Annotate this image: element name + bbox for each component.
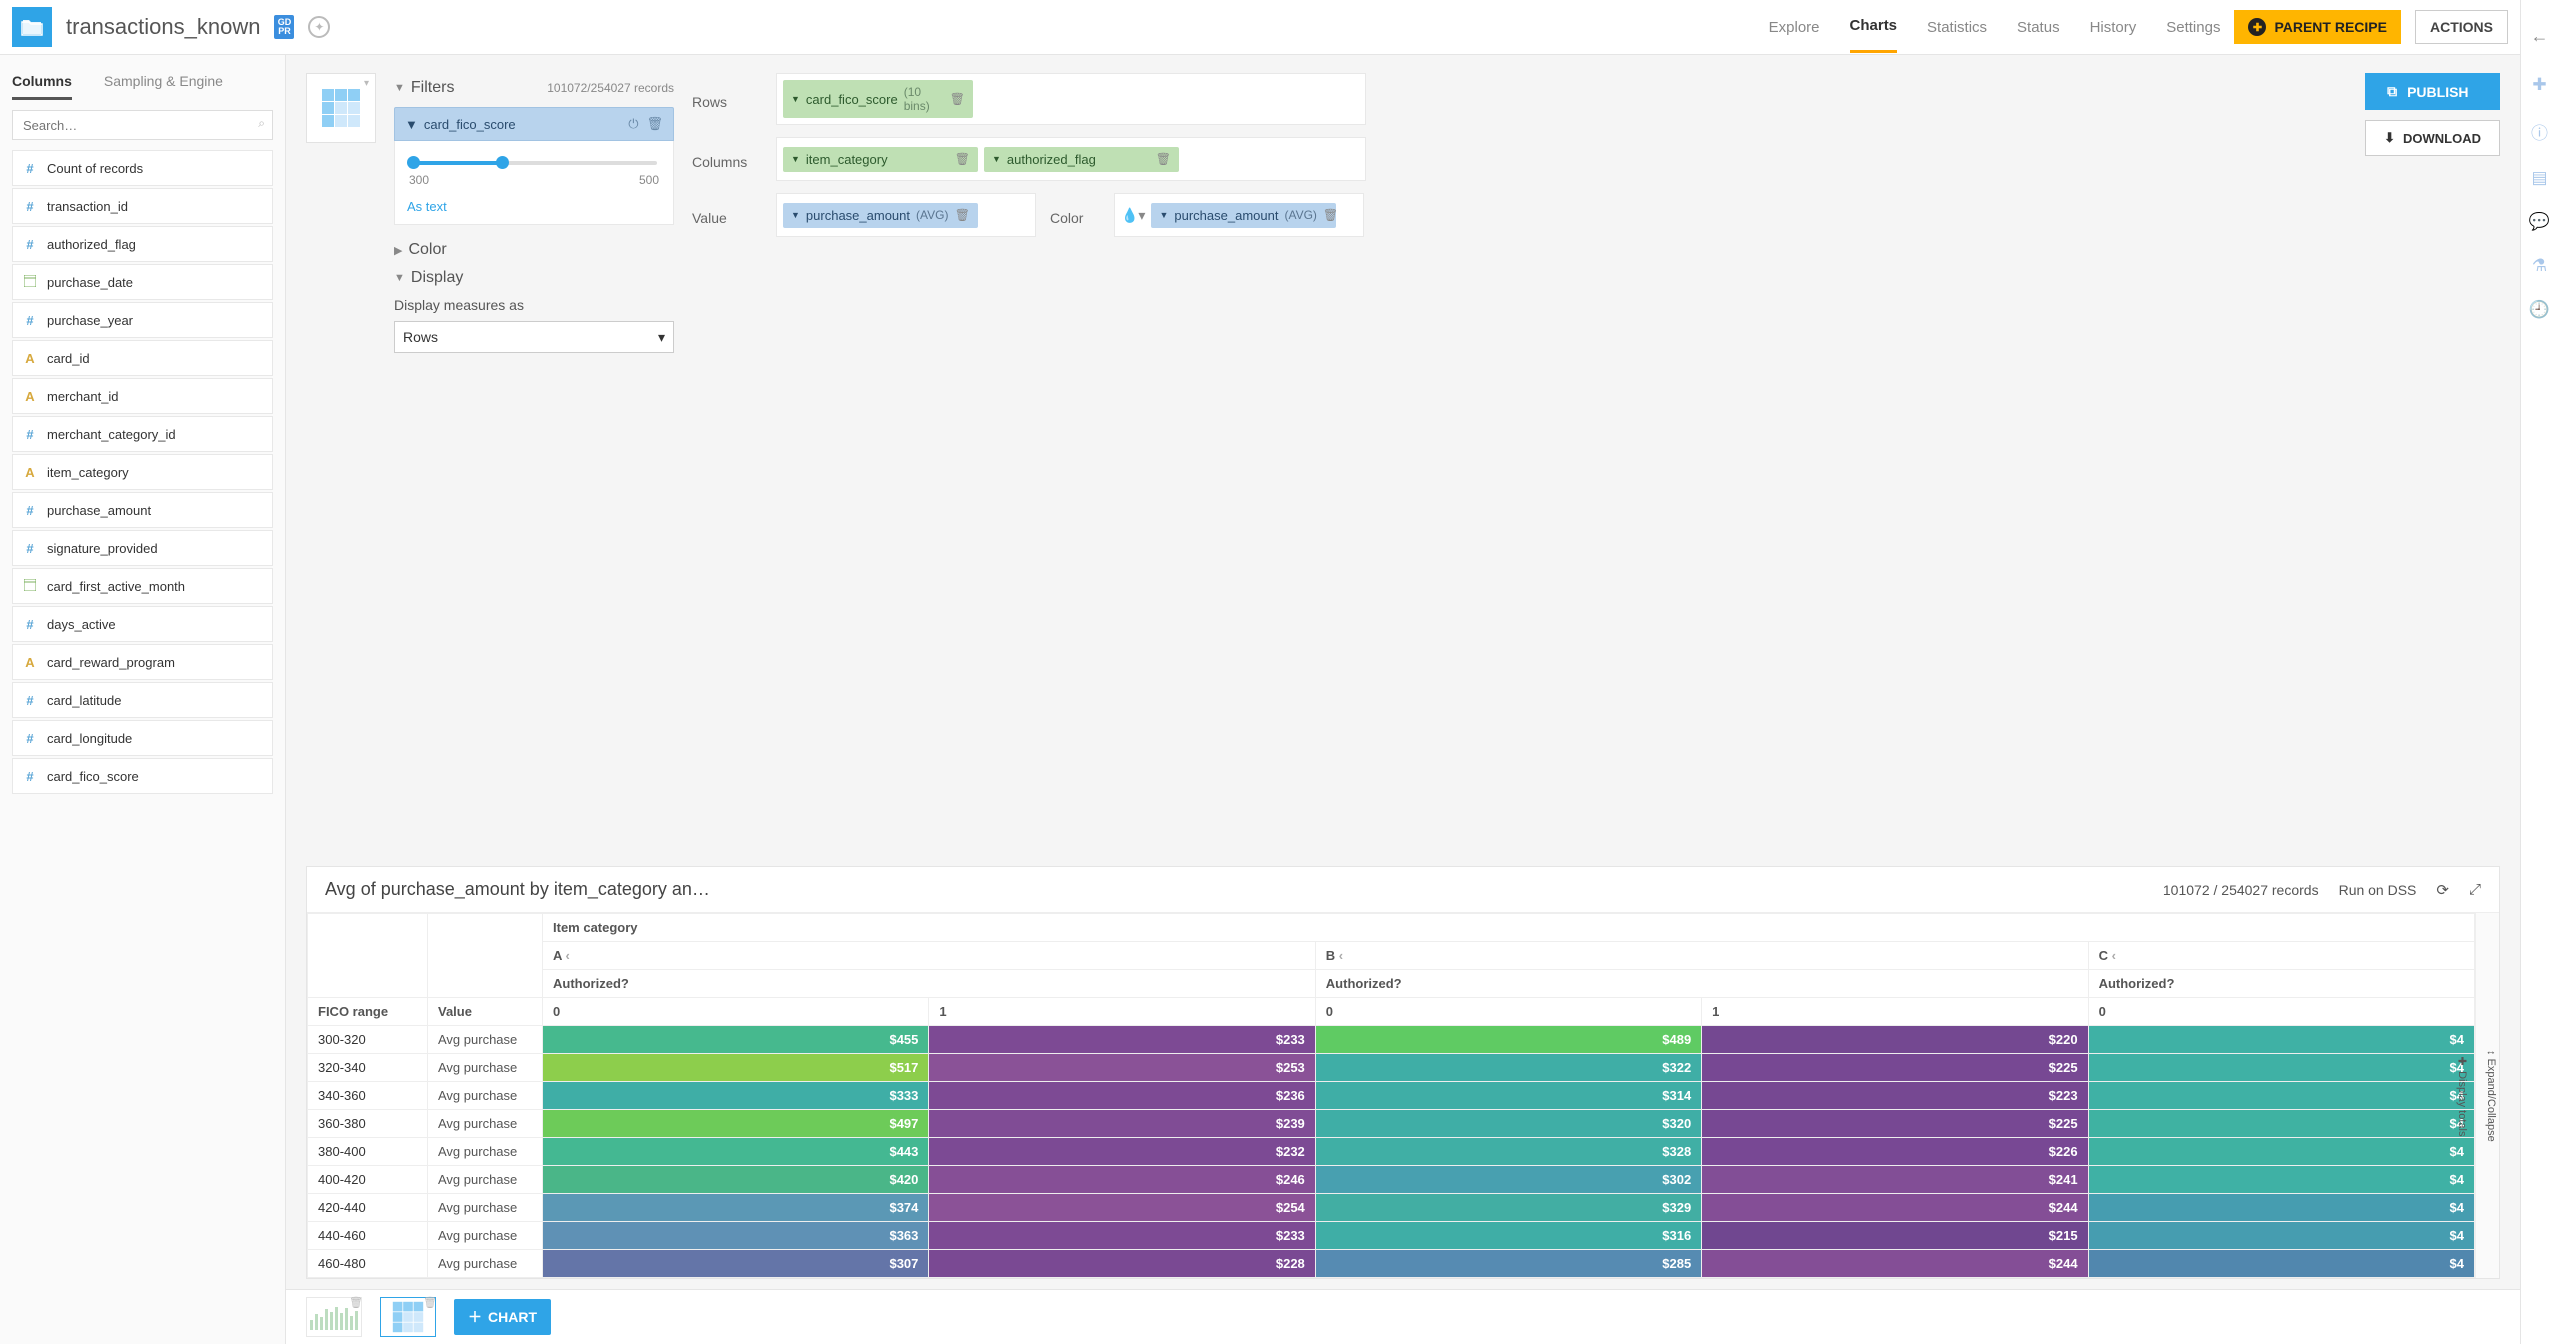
filter-chip-fico[interactable]: ▼card_fico_score⏻🗑 — [394, 107, 674, 141]
value-shelf-label: Value — [692, 204, 762, 226]
nav-tabs: Explore Charts Statistics Status History Sett… — [1769, 1, 2221, 53]
download-button[interactable]: ⬇DOWNLOAD — [2365, 120, 2500, 156]
expand-icon[interactable]: ⤢ — [2469, 881, 2481, 898]
trash-icon[interactable]: 🗑 — [950, 92, 965, 106]
range-min: 300 — [409, 173, 429, 187]
column-days_active[interactable]: #days_active — [12, 606, 273, 642]
column-Count of records[interactable]: #Count of records — [12, 150, 273, 186]
chart-title: Avg of purchase_amount by item_category … — [325, 879, 2143, 900]
range-max: 500 — [639, 173, 659, 187]
refresh-icon[interactable]: ⟳ — [2436, 881, 2449, 899]
filter-trash-icon[interactable]: 🗑 — [646, 116, 663, 132]
tab-explore[interactable]: Explore — [1769, 3, 1820, 52]
trash-icon[interactable]: 🗑 — [1323, 208, 1338, 222]
column-card_fico_score[interactable]: #card_fico_score — [12, 758, 273, 794]
column-purchase_year[interactable]: #purchase_year — [12, 302, 273, 338]
chart-thumb-bars[interactable]: 🗑 — [306, 1297, 362, 1337]
column-authorized_flag[interactable]: #authorized_flag — [12, 226, 273, 262]
trash-icon[interactable]: 🗑 — [423, 1296, 437, 1309]
value-shelf[interactable]: ▼purchase_amount (AVG)🗑 — [776, 193, 1036, 237]
rail-lab-icon[interactable]: ⚗ — [2532, 256, 2547, 276]
search-icon: ⌕ — [258, 116, 265, 131]
column-card_first_active_month[interactable]: card_first_active_month — [12, 568, 273, 604]
expand-collapse-toggle[interactable]: ↕ Expand/Collapse — [2485, 1050, 2497, 1142]
filters-header[interactable]: ▼Filters101072/254027 records — [394, 79, 674, 97]
pill-purchase-amount-color[interactable]: ▼purchase_amount (AVG)🗑 — [1151, 203, 1336, 228]
right-rail: ← ✚ ⓘ ▤ 💬 ⚗ 🕘 — [2520, 0, 2558, 1344]
cols-shelf-label: Columns — [692, 148, 762, 170]
chart-thumb-pivot[interactable]: 🗑 — [380, 1297, 436, 1337]
column-purchase_date[interactable]: purchase_date — [12, 264, 273, 300]
dataset-icon[interactable] — [12, 7, 52, 47]
rail-comment-icon[interactable]: 💬 — [2529, 212, 2550, 232]
recipe-icon: ✚ — [2248, 18, 2266, 36]
collapse-rail-icon[interactable]: ← — [2527, 22, 2553, 51]
rail-info-icon[interactable]: ⓘ — [2531, 119, 2548, 144]
publish-icon: ⧉ — [2387, 83, 2397, 100]
pill-authorized-flag[interactable]: ▼authorized_flag🗑 — [984, 147, 1179, 172]
column-card_id[interactable]: Acard_id — [12, 340, 273, 376]
publish-button[interactable]: ⧉PUBLISH — [2365, 73, 2500, 110]
trash-icon[interactable]: 🗑 — [955, 152, 970, 166]
trash-icon[interactable]: 🗑 — [1156, 152, 1171, 166]
chart-type-selector[interactable] — [306, 73, 376, 143]
display-measures-label: Display measures as — [394, 297, 674, 313]
filter-record-count: 101072/254027 records — [547, 81, 674, 95]
column-merchant_category_id[interactable]: #merchant_category_id — [12, 416, 273, 452]
tab-statistics[interactable]: Statistics — [1927, 3, 1987, 52]
search-input[interactable] — [12, 110, 273, 140]
rows-shelf[interactable]: ▼card_fico_score (10 bins)🗑 — [776, 73, 1366, 125]
display-totals-toggle[interactable]: ✚ Display totals — [2456, 1055, 2469, 1136]
as-text-link[interactable]: As text — [407, 199, 447, 214]
parent-recipe-button[interactable]: ✚ PARENT RECIPE — [2234, 10, 2401, 44]
tab-charts[interactable]: Charts — [1850, 1, 1898, 53]
trash-icon[interactable]: 🗑 — [349, 1296, 363, 1309]
column-signature_provided[interactable]: #signature_provided — [12, 530, 273, 566]
column-item_category[interactable]: Aitem_category — [12, 454, 273, 490]
rows-shelf-label: Rows — [692, 88, 762, 110]
column-list: #Count of records#transaction_id#authori… — [0, 150, 285, 1344]
color-shelf-label: Color — [1050, 204, 1100, 226]
dataset-name: transactions_known — [66, 14, 260, 40]
rail-history-icon[interactable]: 🕘 — [2529, 300, 2550, 320]
column-purchase_amount[interactable]: #purchase_amount — [12, 492, 273, 528]
compass-icon[interactable]: ✦ — [308, 16, 330, 38]
tab-status[interactable]: Status — [2017, 3, 2060, 52]
tab-history[interactable]: History — [2090, 3, 2137, 52]
column-transaction_id[interactable]: #transaction_id — [12, 188, 273, 224]
download-icon: ⬇ — [2384, 130, 2395, 146]
tab-settings[interactable]: Settings — [2166, 3, 2220, 52]
display-section-header[interactable]: ▼Display — [394, 269, 674, 287]
pivot-table-icon — [322, 89, 360, 127]
actions-button[interactable]: ACTIONS — [2415, 10, 2508, 44]
color-section-header[interactable]: ▶Color — [394, 241, 674, 259]
column-card_reward_program[interactable]: Acard_reward_program — [12, 644, 273, 680]
gdpr-badge: GD PR — [274, 15, 294, 39]
rail-add-icon[interactable]: ✚ — [2532, 75, 2546, 95]
rail-stack-icon[interactable]: ▤ — [2531, 168, 2547, 188]
plus-icon: ＋ — [468, 1307, 482, 1327]
column-card_longitude[interactable]: #card_longitude — [12, 720, 273, 756]
droplet-icon[interactable]: 💧▾ — [1121, 207, 1145, 224]
run-on-dss[interactable]: Run on DSS — [2339, 882, 2417, 898]
records-info: 101072 / 254027 records — [2163, 882, 2319, 898]
range-slider[interactable] — [411, 161, 657, 165]
column-merchant_id[interactable]: Amerchant_id — [12, 378, 273, 414]
filter-power-icon[interactable]: ⏻ — [628, 116, 638, 132]
column-card_latitude[interactable]: #card_latitude — [12, 682, 273, 718]
parent-recipe-label: PARENT RECIPE — [2274, 19, 2387, 35]
left-tab-columns[interactable]: Columns — [12, 65, 72, 100]
columns-shelf[interactable]: ▼item_category🗑 ▼authorized_flag🗑 — [776, 137, 1366, 181]
pill-item-category[interactable]: ▼item_category🗑 — [783, 147, 978, 172]
add-chart-button[interactable]: ＋CHART — [454, 1299, 551, 1335]
pivot-table: Item categoryA ‹B ‹C ‹Authorized?Authori… — [307, 913, 2475, 1278]
display-measures-select[interactable]: Rows▾ — [394, 321, 674, 353]
trash-icon[interactable]: 🗑 — [955, 208, 970, 222]
pill-card-fico-score[interactable]: ▼card_fico_score (10 bins)🗑 — [783, 80, 973, 118]
color-shelf[interactable]: 💧▾ ▼purchase_amount (AVG)🗑 — [1114, 193, 1364, 237]
left-tab-sampling[interactable]: Sampling & Engine — [104, 65, 223, 100]
pill-purchase-amount-value[interactable]: ▼purchase_amount (AVG)🗑 — [783, 203, 978, 228]
